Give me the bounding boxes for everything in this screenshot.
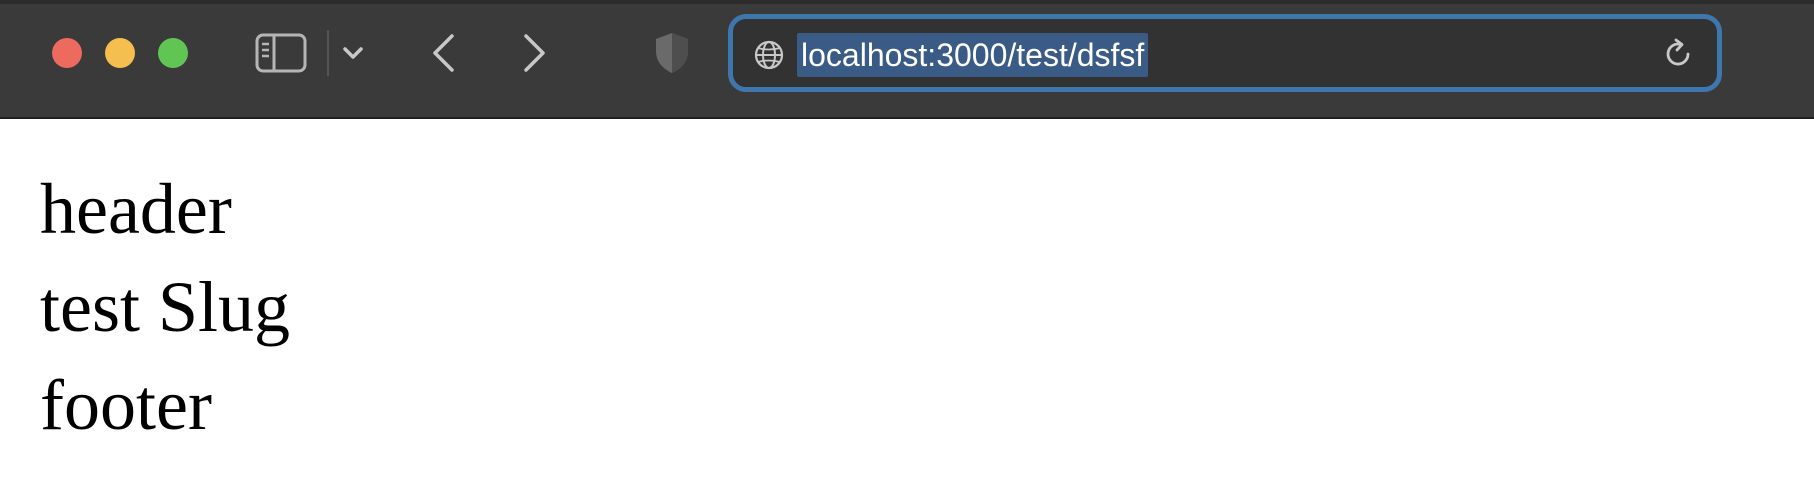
window-minimize-button[interactable] [105, 38, 135, 68]
globe-icon [754, 40, 784, 70]
privacy-report-button[interactable] [646, 24, 698, 82]
window-close-button[interactable] [52, 38, 82, 68]
back-arrow-icon [433, 34, 454, 72]
url-input[interactable]: localhost:3000/test/dsfsf [797, 33, 1149, 77]
page-header-text: header [40, 169, 232, 249]
page-content: header test Slug footer [40, 160, 290, 454]
back-button[interactable] [418, 24, 468, 82]
forward-arrow-icon [524, 34, 545, 72]
sidebar-toggle-button[interactable] [252, 24, 310, 82]
reload-icon[interactable] [1661, 37, 1695, 71]
window-maximize-button[interactable] [158, 38, 188, 68]
tab-group-dropdown-button[interactable] [334, 24, 372, 82]
page-footer-text: footer [40, 365, 212, 445]
toolbar-divider [327, 30, 329, 76]
forward-button[interactable] [510, 24, 560, 82]
shield-icon [656, 33, 688, 73]
sidebar-icon [255, 33, 307, 73]
toolbar-separator [0, 117, 1814, 119]
address-bar[interactable]: localhost:3000/test/dsfsf [728, 14, 1722, 92]
browser-toolbar: localhost:3000/test/dsfsf [0, 0, 1814, 118]
chevron-down-icon [343, 47, 363, 59]
page-slug-text: test Slug [40, 267, 291, 347]
